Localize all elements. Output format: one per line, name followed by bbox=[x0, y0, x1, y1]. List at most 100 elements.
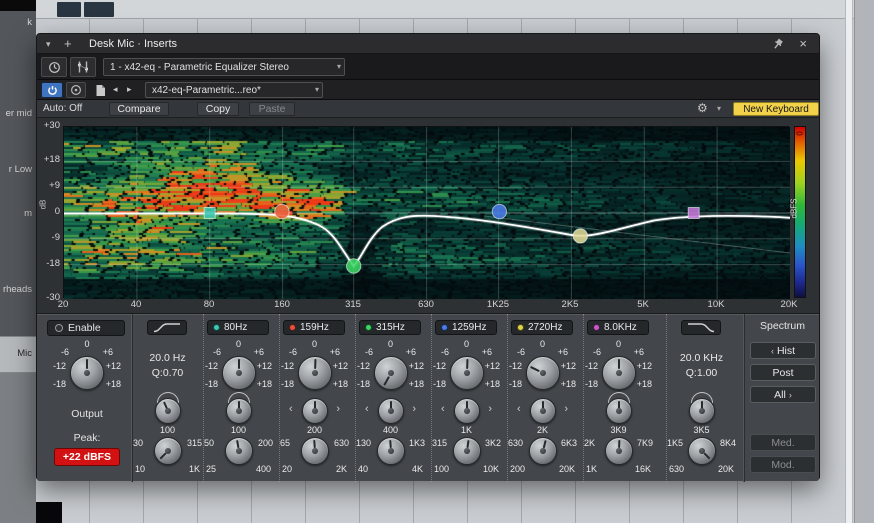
scale-label: 3K9 bbox=[610, 425, 627, 435]
spectrum-med-button[interactable]: Med. bbox=[750, 434, 816, 451]
peak-readout-button[interactable]: +22 dBFS bbox=[54, 448, 120, 466]
gain-knob[interactable] bbox=[450, 356, 484, 390]
bypass-clock-button[interactable] bbox=[41, 57, 67, 77]
window-titlebar[interactable]: ▾ + Desk Mic · Inserts × bbox=[37, 34, 819, 54]
spectrum-hist-button[interactable]: ‹ Hist bbox=[750, 342, 816, 359]
timeline-ruler[interactable] bbox=[36, 0, 854, 19]
freq-knob[interactable] bbox=[377, 437, 405, 465]
chevron-left-icon: ‹ bbox=[365, 403, 369, 415]
gain-knob[interactable] bbox=[298, 356, 332, 390]
gain-knob[interactable] bbox=[222, 356, 256, 390]
spectrum-all-button[interactable]: All › bbox=[750, 386, 816, 403]
freq-tick: 10K bbox=[707, 299, 725, 310]
spectrum-mod-label: Mod. bbox=[771, 458, 795, 471]
q-knob[interactable] bbox=[530, 398, 556, 424]
compare-button[interactable]: Compare bbox=[109, 102, 169, 116]
freq-knob[interactable] bbox=[529, 437, 557, 465]
gain-knob[interactable] bbox=[602, 356, 636, 390]
gain-knob[interactable] bbox=[526, 356, 560, 390]
freq-tick: 5K bbox=[637, 299, 649, 310]
freq-knob[interactable] bbox=[301, 437, 329, 465]
db-tick: +9 bbox=[49, 180, 60, 191]
auto-mode-button[interactable]: Auto: Off bbox=[43, 103, 82, 114]
previous-preset-icon[interactable]: ◂ bbox=[113, 84, 118, 95]
scale-label: -18 bbox=[281, 379, 295, 389]
scale-label: +6 bbox=[102, 347, 113, 357]
scrollbar-strip[interactable] bbox=[854, 0, 874, 523]
q-knob[interactable] bbox=[226, 398, 252, 424]
spectrum-mod-button[interactable]: Mod. bbox=[750, 456, 816, 473]
column-band-1259hz: 0 -6 +6 -12 +12 -18 +18 ‹ › 1K 315 3K2 1… bbox=[431, 314, 501, 482]
q-knob[interactable] bbox=[454, 398, 480, 424]
scale-label: +12 bbox=[636, 361, 652, 371]
output-gain-knob[interactable] bbox=[70, 356, 104, 390]
preset-name: x42-eq-Parametric...reo* bbox=[152, 84, 261, 96]
track-label[interactable]: er mid bbox=[6, 108, 32, 119]
routing-button[interactable] bbox=[70, 57, 96, 77]
paste-button[interactable]: Paste bbox=[249, 102, 295, 116]
lp-q-knob[interactable] bbox=[689, 398, 715, 424]
track-label[interactable]: m bbox=[24, 208, 32, 219]
scale-label: 30 bbox=[133, 438, 144, 448]
freq-knob[interactable] bbox=[605, 437, 633, 465]
plugin-selector-dropdown[interactable]: 1 - x42-eq - Parametric Equalizer Stereo… bbox=[103, 58, 345, 76]
scale-label: 130 bbox=[356, 438, 372, 448]
ab-compare-button[interactable] bbox=[66, 82, 86, 98]
disclosure-caret-icon[interactable]: ▾ bbox=[46, 39, 51, 50]
selected-track-block[interactable]: Mic bbox=[0, 336, 36, 373]
chevron-left-icon: ‹ bbox=[289, 403, 293, 415]
freq-knob[interactable] bbox=[225, 437, 253, 465]
scale-label: -6 bbox=[213, 347, 222, 357]
scale-label: +6 bbox=[329, 347, 340, 357]
q-knob[interactable] bbox=[302, 398, 328, 424]
scale-label: +18 bbox=[256, 379, 272, 389]
freq-knob[interactable] bbox=[453, 437, 481, 465]
scale-label: 1K bbox=[586, 464, 598, 474]
spectrum-med-label: Med. bbox=[771, 436, 795, 449]
eq-graph[interactable] bbox=[63, 126, 790, 299]
hp-frequency-value: 20.0 Hz bbox=[149, 352, 186, 364]
spectrum-title: Spectrum bbox=[760, 320, 805, 332]
insert-toolbar: 1 - x42-eq - Parametric Equalizer Stereo… bbox=[37, 54, 819, 80]
track-label[interactable]: k bbox=[27, 17, 32, 28]
scale-label: 10K bbox=[482, 464, 499, 474]
spectrum-post-button[interactable]: Post bbox=[750, 364, 816, 381]
output-label: Output bbox=[71, 408, 103, 420]
scale-label: 200 bbox=[306, 425, 323, 435]
scale-label: +18 bbox=[484, 379, 500, 389]
ruler-marker bbox=[84, 2, 114, 17]
scale-label: 100 bbox=[230, 425, 247, 435]
add-icon[interactable]: + bbox=[64, 36, 72, 51]
strip-bottom-block bbox=[0, 373, 36, 523]
hp-q-knob[interactable] bbox=[155, 398, 181, 424]
scale-label: 200 bbox=[257, 438, 273, 448]
track-label[interactable]: rheads bbox=[3, 284, 32, 295]
scale-label: +12 bbox=[105, 361, 121, 371]
db-tick: -9 bbox=[51, 232, 60, 243]
track-label[interactable]: r Low bbox=[9, 164, 32, 175]
chevron-right-icon: › bbox=[336, 403, 340, 415]
corner-box bbox=[36, 502, 62, 523]
scale-label: 630 bbox=[669, 464, 685, 474]
lp-q-value: Q:1.00 bbox=[685, 367, 718, 379]
save-preset-button[interactable] bbox=[91, 82, 109, 98]
scale-label: -18 bbox=[509, 379, 523, 389]
preset-dropdown[interactable]: x42-eq-Parametric...reo* ▾ bbox=[145, 82, 323, 98]
close-icon[interactable]: × bbox=[799, 36, 807, 51]
chevron-left-icon: ‹ bbox=[770, 345, 774, 356]
chevron-down-icon: ▾ bbox=[336, 62, 341, 71]
gain-knob[interactable] bbox=[374, 356, 408, 390]
scale-label: +6 bbox=[405, 347, 416, 357]
eq-control-panel: Enable 80Hz 159Hz 315Hz 1259Hz 2720Hz 8.… bbox=[37, 313, 819, 482]
next-preset-icon[interactable]: ▸ bbox=[127, 84, 132, 95]
q-knob[interactable] bbox=[378, 398, 404, 424]
plugin-power-button[interactable] bbox=[41, 82, 63, 98]
gear-icon[interactable]: ⚙ bbox=[697, 101, 708, 115]
hp-freq-knob[interactable] bbox=[154, 437, 182, 465]
q-knob[interactable] bbox=[606, 398, 632, 424]
lp-freq-knob[interactable] bbox=[688, 437, 716, 465]
new-keyboard-button[interactable]: New Keyboard bbox=[733, 102, 819, 116]
chevron-down-icon[interactable]: ▾ bbox=[717, 104, 721, 113]
scale-label: +18 bbox=[105, 379, 121, 389]
copy-button[interactable]: Copy bbox=[197, 102, 239, 116]
